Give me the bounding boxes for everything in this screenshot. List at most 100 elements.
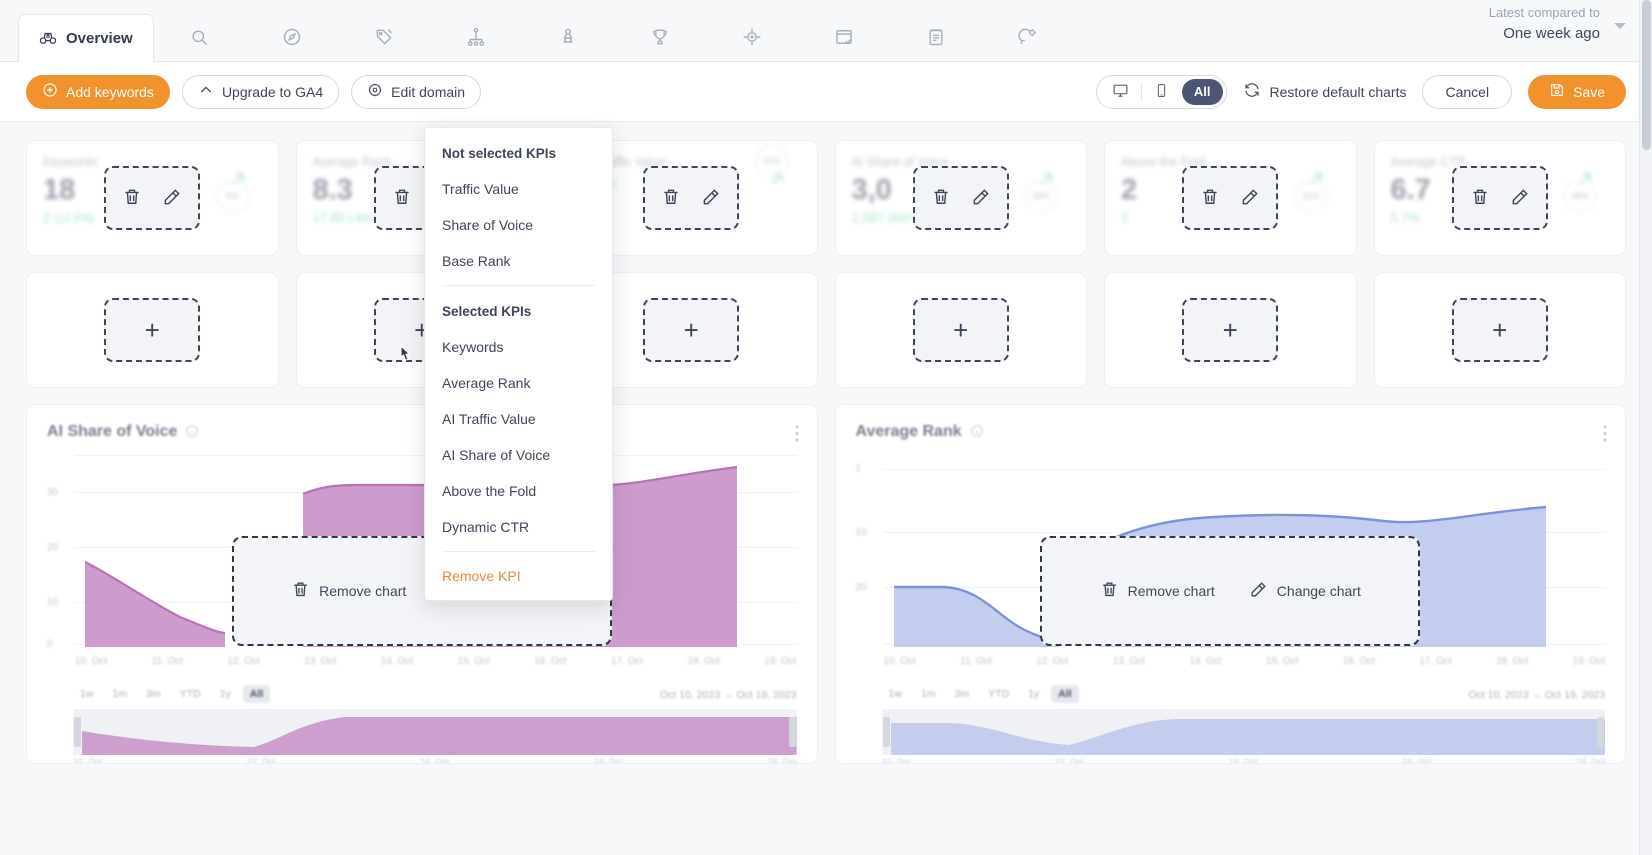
plus-icon[interactable]: + bbox=[643, 298, 739, 362]
menu-item-ai-traffic-value[interactable]: AI Traffic Value bbox=[425, 401, 612, 437]
menu-item-traffic-value[interactable]: Traffic Value bbox=[425, 171, 612, 207]
add-kpi-card[interactable]: + bbox=[1104, 272, 1357, 388]
navigator-handle-left[interactable] bbox=[74, 717, 81, 747]
range-button-all[interactable]: All bbox=[1051, 685, 1078, 703]
tab-ranking-distribution[interactable] bbox=[614, 13, 706, 61]
chart-hover-overlay: Remove chart Change chart bbox=[1040, 536, 1420, 646]
kpi-card-keywords[interactable]: Keywords 18 2 (12.5%) 0% bbox=[26, 140, 279, 256]
trash-icon[interactable] bbox=[392, 187, 412, 210]
tab-landing-pages[interactable] bbox=[798, 13, 890, 61]
trash-icon[interactable] bbox=[122, 187, 142, 210]
chart-kebab-menu-icon[interactable] bbox=[1603, 425, 1607, 445]
range-button-3m[interactable]: 3m bbox=[139, 685, 168, 703]
kpi-card-ai-share-of-voice[interactable]: AI Share of Voice 3,0 2,587 (602%) 39% bbox=[835, 140, 1088, 256]
edit-domain-button[interactable]: Edit domain bbox=[351, 75, 481, 109]
tab-reports[interactable] bbox=[890, 13, 982, 61]
trash-icon[interactable] bbox=[1470, 187, 1490, 210]
chart-date-range[interactable]: Oct 10, 2023 → Oct 19, 2023 bbox=[660, 689, 797, 701]
kpi-hover-overlay bbox=[643, 166, 739, 230]
tab-sitemap[interactable] bbox=[430, 13, 522, 61]
tab-competitors[interactable] bbox=[522, 13, 614, 61]
menu-item-ai-share-of-voice[interactable]: AI Share of Voice bbox=[425, 437, 612, 473]
trash-icon[interactable] bbox=[661, 187, 681, 210]
device-desktop-button[interactable] bbox=[1100, 79, 1141, 105]
nav-tick-label: 12. Oct bbox=[1055, 757, 1084, 764]
menu-item-remove-kpi[interactable]: Remove KPI bbox=[425, 558, 612, 600]
add-keywords-button[interactable]: Add keywords bbox=[26, 75, 170, 109]
menu-item-above-the-fold[interactable]: Above the Fold bbox=[425, 473, 612, 509]
nav-tick-label: 12. Oct bbox=[247, 757, 276, 764]
navigator-handle-right[interactable] bbox=[789, 717, 796, 747]
navigator-date-labels: 10. Oct 12. Oct 14. Oct 16. Oct 18. Oct bbox=[882, 757, 1606, 764]
range-button-1m[interactable]: 1m bbox=[914, 685, 943, 703]
chevron-down-icon[interactable] bbox=[1614, 23, 1626, 29]
upgrade-ga4-button[interactable]: Upgrade to GA4 bbox=[182, 75, 339, 109]
plus-icon[interactable]: + bbox=[913, 298, 1009, 362]
add-keywords-label: Add keywords bbox=[66, 84, 154, 100]
mouse-cursor bbox=[396, 344, 416, 371]
chart-card-ai-share-of-voice[interactable]: AI Share of Voice 30 20 10 0 bbox=[26, 404, 818, 764]
add-kpi-card[interactable]: + bbox=[1374, 272, 1627, 388]
menu-item-dynamic-ctr[interactable]: Dynamic CTR bbox=[425, 509, 612, 545]
chart-card-average-rank[interactable]: Average Rank 1 10 20 bbox=[835, 404, 1627, 764]
tab-target[interactable] bbox=[706, 13, 798, 61]
navigator-handle-right[interactable] bbox=[1597, 717, 1604, 747]
kpi-card-above-the-fold[interactable]: Above the Fold 2 2 11% bbox=[1104, 140, 1357, 256]
restore-default-charts-button[interactable]: Restore default charts bbox=[1243, 81, 1407, 102]
kpi-gauge: 42% bbox=[755, 144, 789, 178]
device-mobile-button[interactable] bbox=[1142, 79, 1182, 105]
add-kpi-card[interactable]: + bbox=[26, 272, 279, 388]
range-button-1y[interactable]: 1y bbox=[1021, 685, 1046, 703]
chart-navigator[interactable] bbox=[73, 709, 797, 755]
x-tick-label: 11. Oct bbox=[152, 656, 184, 667]
remove-chart-button[interactable]: Remove chart bbox=[291, 580, 406, 602]
menu-item-average-rank[interactable]: Average Rank bbox=[425, 365, 612, 401]
plus-icon[interactable]: + bbox=[1182, 298, 1278, 362]
vertical-scrollbar[interactable] bbox=[1639, 0, 1652, 855]
kpi-delta: 5.7% bbox=[1391, 210, 1421, 225]
pencil-icon[interactable] bbox=[162, 187, 182, 210]
pencil-icon[interactable] bbox=[1510, 187, 1530, 210]
trash-icon[interactable] bbox=[931, 187, 951, 210]
range-button-3m[interactable]: 3m bbox=[948, 685, 977, 703]
tab-search[interactable] bbox=[154, 13, 246, 61]
pencil-icon[interactable] bbox=[701, 187, 721, 210]
chevron-up-icon bbox=[198, 82, 214, 101]
menu-item-keywords[interactable]: Keywords bbox=[425, 329, 612, 365]
tab-settings[interactable] bbox=[982, 13, 1074, 61]
info-icon[interactable] bbox=[185, 424, 199, 441]
kpi-card-average-ctr[interactable]: Average CTR 6.7 5.7% 38% bbox=[1374, 140, 1627, 256]
info-icon[interactable] bbox=[970, 424, 984, 441]
cancel-button[interactable]: Cancel bbox=[1422, 75, 1512, 109]
chart-kebab-menu-icon[interactable] bbox=[795, 425, 799, 445]
tab-tags[interactable] bbox=[338, 13, 430, 61]
add-kpi-card[interactable]: + bbox=[835, 272, 1088, 388]
tab-overview[interactable]: Overview bbox=[18, 14, 154, 62]
range-button-1y[interactable]: 1y bbox=[213, 685, 238, 703]
change-chart-button[interactable]: Change chart bbox=[1249, 580, 1361, 602]
compare-period[interactable]: Latest compared to One week ago bbox=[1489, 4, 1600, 45]
nav-tick-label: 18. Oct bbox=[1576, 757, 1605, 764]
range-button-1w[interactable]: 1w bbox=[73, 685, 100, 703]
remove-chart-button[interactable]: Remove chart bbox=[1100, 580, 1215, 602]
pencil-icon[interactable] bbox=[1240, 187, 1260, 210]
menu-item-base-rank[interactable]: Base Rank bbox=[425, 243, 612, 279]
range-button-1m[interactable]: 1m bbox=[105, 685, 134, 703]
trash-icon[interactable] bbox=[1200, 187, 1220, 210]
pencil-icon[interactable] bbox=[971, 187, 991, 210]
range-button-all[interactable]: All bbox=[243, 685, 270, 703]
range-button-ytd[interactable]: YTD bbox=[173, 685, 208, 703]
range-button-ytd[interactable]: YTD bbox=[981, 685, 1016, 703]
device-all-button[interactable]: All bbox=[1182, 79, 1223, 105]
chart-date-range[interactable]: Oct 10, 2023 → Oct 19, 2023 bbox=[1468, 689, 1605, 701]
save-button[interactable]: Save bbox=[1528, 75, 1626, 109]
refresh-icon bbox=[1243, 81, 1261, 102]
scrollbar-thumb[interactable] bbox=[1642, 0, 1651, 150]
menu-item-share-of-voice[interactable]: Share of Voice bbox=[425, 207, 612, 243]
range-button-1w[interactable]: 1w bbox=[882, 685, 909, 703]
navigator-handle-left[interactable] bbox=[883, 717, 890, 747]
plus-icon[interactable]: + bbox=[1452, 298, 1548, 362]
tab-explore[interactable] bbox=[246, 13, 338, 61]
chart-navigator[interactable] bbox=[882, 709, 1606, 755]
plus-icon[interactable]: + bbox=[104, 298, 200, 362]
